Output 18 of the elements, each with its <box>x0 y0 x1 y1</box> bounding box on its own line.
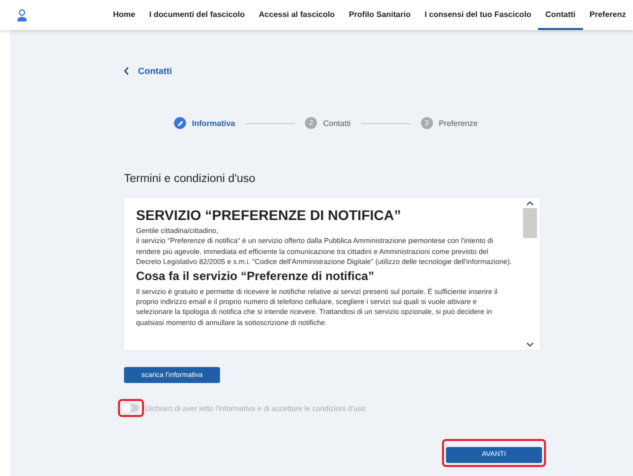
back-link[interactable]: Contatti <box>124 66 544 76</box>
consent-toggle[interactable] <box>123 404 139 412</box>
nav-link[interactable]: I documenti del fascicolo <box>142 0 252 30</box>
nav-link[interactable]: I consensi del tuo Fascicolo <box>418 0 538 30</box>
section-title: Termini e condizioni d'uso <box>124 173 256 185</box>
scrollbar-thumb[interactable] <box>523 208 537 238</box>
user-icon[interactable] <box>17 8 27 22</box>
terms-title: SERVIZIO “PREFERENZE DI NOTIFICA” <box>136 207 402 223</box>
chevron-up-icon[interactable] <box>526 201 534 206</box>
step: Informativa <box>174 117 236 129</box>
chevron-down-icon[interactable] <box>526 342 534 347</box>
nav-link[interactable]: Home <box>106 0 142 30</box>
terms-heading: Cosa fa il servizio “Preferenze di notifica” <box>136 268 376 283</box>
pencil-icon <box>174 117 186 129</box>
nav-link[interactable]: Accessi al fascicolo <box>252 0 342 30</box>
chevron-left-icon <box>124 67 129 75</box>
nav-link[interactable]: Profilo Sanitario <box>342 0 418 30</box>
nav-link[interactable]: Preferenz <box>582 0 633 30</box>
